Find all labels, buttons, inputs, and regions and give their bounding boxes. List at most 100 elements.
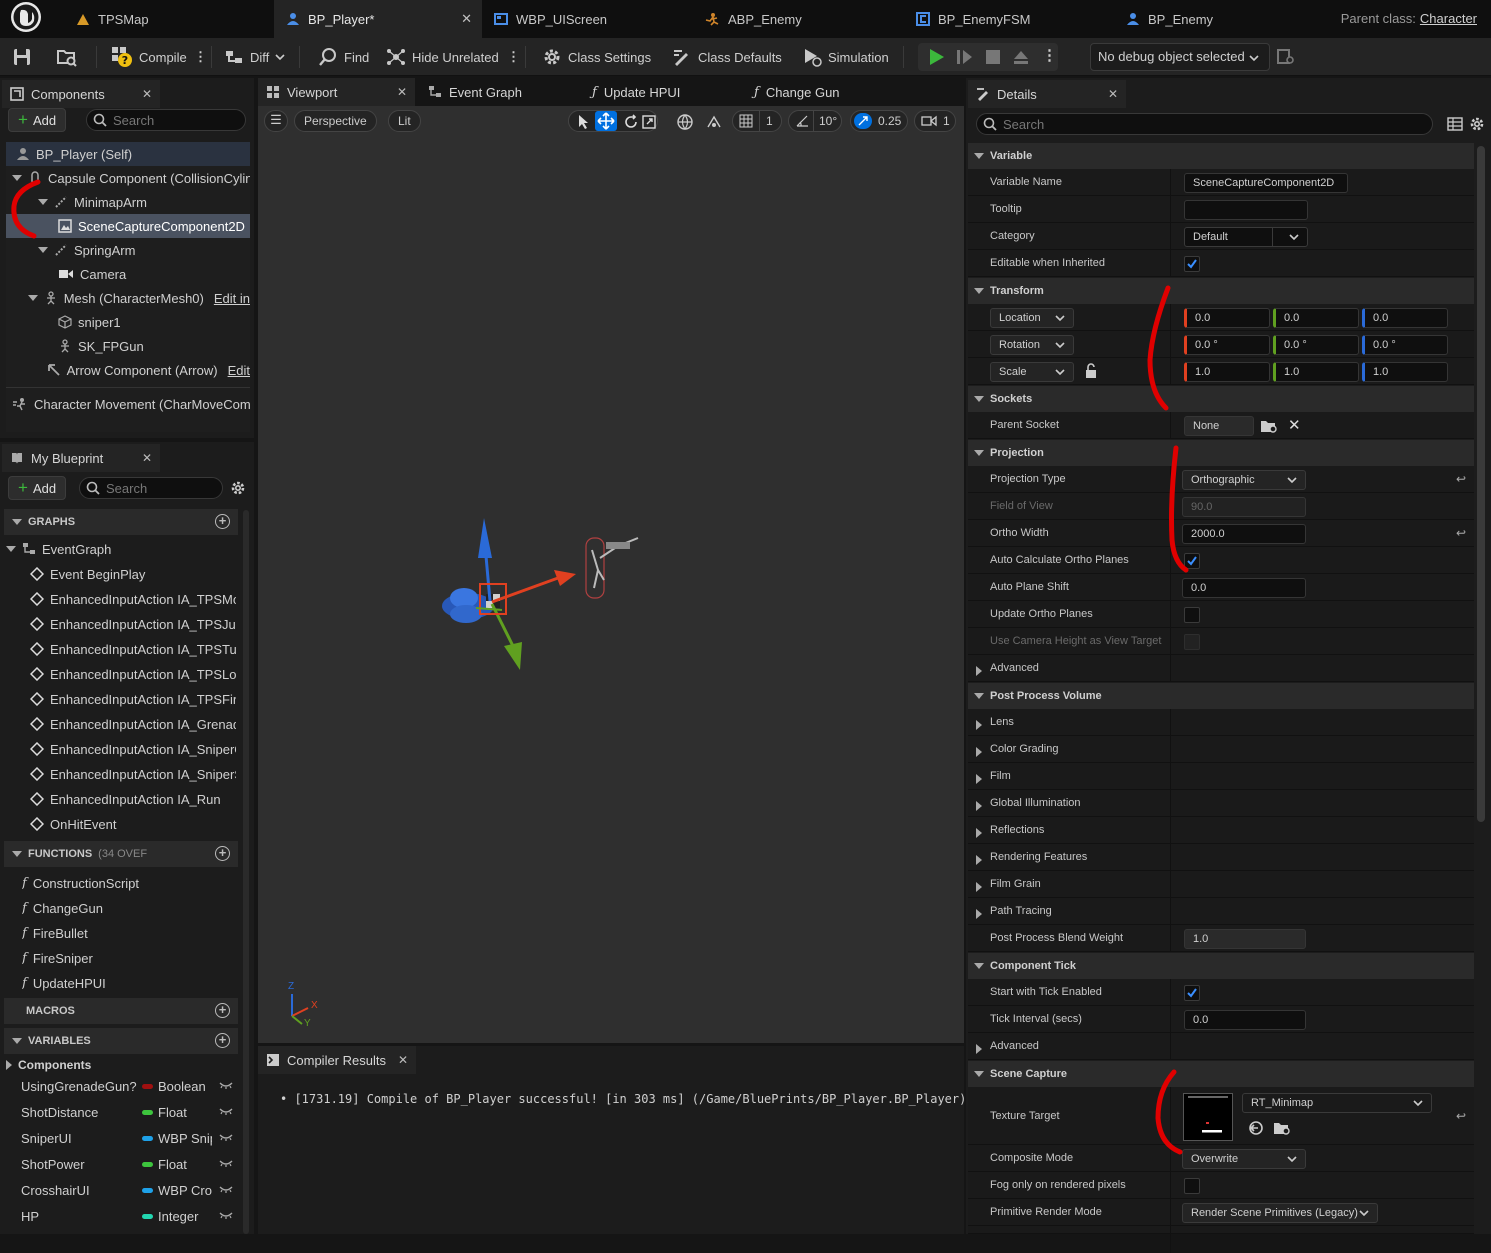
surface-snap-icon[interactable] <box>705 113 723 131</box>
hide-unrelated-button[interactable]: Hide Unrelated <box>386 45 499 69</box>
tab-bp-enemyfsm[interactable]: BP_EnemyFSM <box>904 0 1114 38</box>
add-graph-icon[interactable]: + <box>215 514 230 529</box>
event-item[interactable]: EnhancedInputAction IA_SniperScope <box>30 762 236 786</box>
settings-gear-icon[interactable] <box>1469 116 1485 132</box>
close-tab-icon[interactable]: ✕ <box>461 11 472 27</box>
event-item[interactable]: EnhancedInputAction IA_TPSFire <box>30 687 236 711</box>
rotation-x-field[interactable]: 0.0 ° <box>1184 335 1270 355</box>
event-item[interactable]: Event BeginPlay <box>30 562 236 586</box>
pp-category-row[interactable]: Color Grading <box>968 736 1474 763</box>
component-item-sniper1[interactable]: sniper1 <box>6 310 250 334</box>
settings-gear-icon[interactable] <box>230 480 246 496</box>
stop-icon[interactable] <box>984 48 1002 66</box>
component-item-springarm[interactable]: SpringArm <box>6 238 250 262</box>
pp-category-row[interactable]: Reflections <box>968 817 1474 844</box>
viewport[interactable]: ☰ Perspective Lit 1 10° 0.25 1 Z X Y <box>258 106 964 1043</box>
my-blueprint-scrollbar[interactable] <box>243 510 249 1234</box>
location-x-field[interactable]: 0.0 <box>1184 308 1270 328</box>
start-tick-checkbox[interactable] <box>1184 985 1200 1001</box>
browse-content-button[interactable] <box>56 45 78 69</box>
unreal-logo-icon[interactable] <box>6 1 46 37</box>
tick-interval-field[interactable]: 0.0 <box>1184 1010 1306 1030</box>
expand-arrow-icon[interactable] <box>27 295 38 301</box>
add-function-icon[interactable]: + <box>215 846 230 861</box>
hide-unrelated-options-button[interactable]: ⋮ <box>507 45 520 69</box>
simulation-button[interactable]: Simulation <box>802 45 889 69</box>
scale-z-field[interactable]: 1.0 <box>1362 362 1448 382</box>
select-mode-icon[interactable] <box>577 114 591 130</box>
translate-mode-icon[interactable] <box>595 111 617 131</box>
rotation-y-field[interactable]: 0.0 ° <box>1273 335 1359 355</box>
close-icon[interactable]: ✕ <box>397 85 407 99</box>
browse-asset-icon[interactable] <box>1273 1120 1291 1136</box>
event-item[interactable]: EnhancedInputAction IA_SniperGun <box>30 737 236 761</box>
tab-compiler-results[interactable]: Compiler Results ✕ <box>258 1046 416 1074</box>
class-defaults-button[interactable]: Class Defaults <box>672 45 782 69</box>
location-mode-dropdown[interactable]: Location <box>990 308 1074 328</box>
save-button[interactable] <box>12 45 32 69</box>
parent-socket-field[interactable]: None <box>1184 416 1254 436</box>
play-icon[interactable] <box>927 48 945 66</box>
expand-arrow-icon[interactable] <box>38 199 48 205</box>
event-item[interactable]: OnHitEvent <box>30 812 236 836</box>
add-member-button[interactable]: + Add <box>8 476 67 500</box>
use-selected-asset-icon[interactable] <box>1248 1120 1264 1136</box>
projection-type-dropdown[interactable]: Orthographic <box>1182 470 1306 490</box>
pp-category-row[interactable]: Rendering Features <box>968 844 1474 871</box>
variable-item[interactable]: CrosshairUIWBP Crosshair <box>0 1178 240 1204</box>
reset-to-default-icon[interactable]: ↩ <box>1456 526 1466 540</box>
composite-mode-dropdown[interactable]: Overwrite <box>1182 1149 1306 1169</box>
component-item-sk-fpgun[interactable]: SK_FPGun <box>6 334 250 358</box>
tab-wbp-uiscreen[interactable]: WBP_UIScreen <box>482 0 692 38</box>
lock-icon[interactable] <box>1084 363 1098 379</box>
section-post-process[interactable]: Post Process Volume <box>968 683 1474 709</box>
pp-category-row[interactable]: Global Illumination <box>968 790 1474 817</box>
location-z-field[interactable]: 0.0 <box>1362 308 1448 328</box>
add-variable-icon[interactable]: + <box>215 1033 230 1048</box>
tab-bp-enemy[interactable]: BP_Enemy <box>1114 0 1314 38</box>
section-component-tick[interactable]: Component Tick <box>968 953 1474 979</box>
function-item[interactable]: ƒ ChangeGun <box>22 896 236 920</box>
visibility-eye-icon[interactable] <box>219 1132 233 1142</box>
gun-mesh-preview[interactable] <box>580 530 650 605</box>
expand-arrow-icon[interactable] <box>38 247 48 253</box>
close-icon[interactable]: ✕ <box>142 87 152 101</box>
use-camera-height-checkbox[interactable] <box>1184 634 1200 650</box>
edit-in-link[interactable]: Edit in <box>214 291 250 306</box>
prop-advanced-tick[interactable]: Advanced <box>968 1033 1474 1060</box>
my-blueprint-search-input[interactable]: Search <box>79 477 223 499</box>
event-graph-item[interactable]: EventGraph <box>6 537 240 561</box>
function-item[interactable]: ƒ ConstructionScript <box>22 871 236 895</box>
visibility-eye-icon[interactable] <box>219 1184 233 1194</box>
compile-options-button[interactable]: ⋮ <box>194 45 207 69</box>
pp-category-row[interactable]: Lens <box>968 709 1474 736</box>
expand-arrow-icon[interactable] <box>12 175 22 181</box>
section-variable[interactable]: Variable <box>968 143 1474 169</box>
step-icon[interactable] <box>955 48 973 66</box>
tab-components[interactable]: Components ✕ <box>2 80 160 108</box>
component-item-minimaparm[interactable]: MinimapArm <box>6 190 250 214</box>
functions-category[interactable]: FUNCTIONS (34 OVEF + <box>4 841 238 867</box>
angle-snap-control[interactable]: 10° <box>788 110 842 132</box>
scale-mode-dropdown[interactable]: Scale <box>990 362 1074 382</box>
rotation-mode-dropdown[interactable]: Rotation <box>990 335 1074 355</box>
visibility-eye-icon[interactable] <box>219 1106 233 1116</box>
auto-calc-ortho-checkbox[interactable] <box>1184 553 1200 569</box>
macros-category[interactable]: MACROS + <box>4 998 238 1024</box>
parent-class-link[interactable]: Character <box>1420 11 1477 26</box>
visibility-eye-icon[interactable] <box>219 1080 233 1090</box>
close-icon[interactable]: ✕ <box>1108 87 1118 101</box>
variable-item[interactable]: ShotDistance Float <box>0 1100 240 1126</box>
tab-my-blueprint[interactable]: My Blueprint ✕ <box>2 444 160 472</box>
event-item[interactable]: EnhancedInputAction IA_TPSLook <box>30 662 236 686</box>
details-scrollbar[interactable] <box>1477 146 1485 822</box>
function-item[interactable]: ƒ UpdateHPUI <box>22 971 236 995</box>
tab-abp-enemy[interactable]: ABP_Enemy <box>692 0 904 38</box>
function-item[interactable]: ƒ FireBullet <box>22 921 236 945</box>
component-item-arrow[interactable]: Arrow Component (Arrow) Edit <box>6 358 250 382</box>
diff-button[interactable]: Diff <box>224 45 285 69</box>
visibility-eye-icon[interactable] <box>219 1158 233 1168</box>
prop-advanced-projection[interactable]: Advanced <box>968 655 1474 682</box>
ortho-width-field[interactable]: 2000.0 <box>1182 524 1306 544</box>
variable-item[interactable]: UsingGrenadeGun? Boolean <box>0 1074 240 1100</box>
